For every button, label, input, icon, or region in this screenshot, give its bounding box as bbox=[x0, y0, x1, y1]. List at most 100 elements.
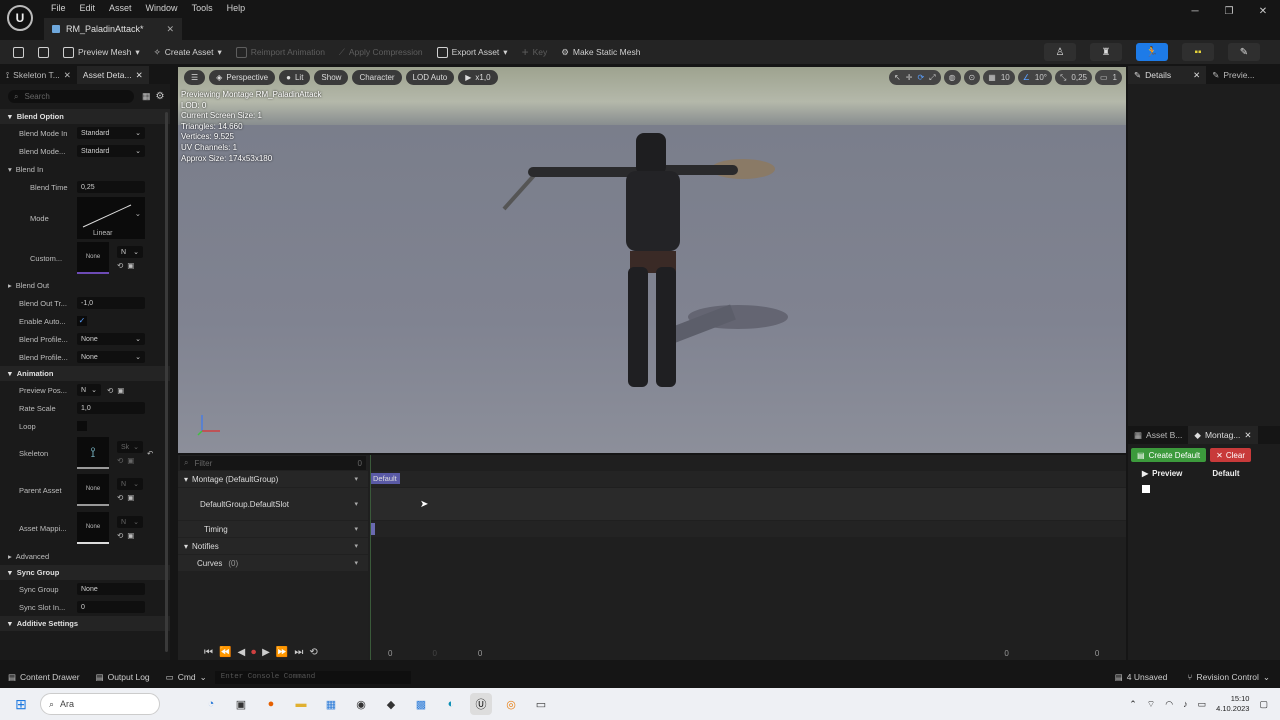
section-checkbox[interactable] bbox=[1142, 485, 1150, 493]
step-forward-icon[interactable]: ⏩ bbox=[276, 647, 288, 658]
make-static-mesh-button[interactable]: ⚙ Make Static Mesh bbox=[554, 40, 647, 64]
grid-view-icon[interactable]: ▦ bbox=[142, 91, 151, 102]
unreal-logo-icon[interactable]: U bbox=[7, 5, 33, 31]
unsaved-button[interactable]: ▤ 4 Unsaved bbox=[1105, 672, 1178, 683]
create-default-button[interactable]: ▤ Create Default bbox=[1131, 448, 1207, 462]
parent-asset-select[interactable]: N ⌄ bbox=[117, 478, 143, 490]
track-notifies[interactable]: ▾ Notifies ▾ bbox=[178, 538, 368, 554]
browse-icon[interactable]: ⟲ bbox=[117, 261, 123, 270]
menu-window[interactable]: Window bbox=[139, 2, 185, 14]
sync-slot-input[interactable]: 0 bbox=[77, 601, 145, 613]
grid-snap-button[interactable]: ▦ 10 bbox=[983, 70, 1015, 85]
mesh-mode-icon[interactable]: ♜ bbox=[1090, 43, 1122, 61]
skeleton-select[interactable]: Sk ⌄ bbox=[117, 441, 143, 453]
skeleton-mode-icon[interactable]: ♙ bbox=[1044, 43, 1076, 61]
browse-icon[interactable]: ⟲ bbox=[117, 531, 123, 540]
asset-mapping-thumbnail[interactable]: None bbox=[77, 512, 109, 544]
menu-tools[interactable]: Tools bbox=[185, 2, 220, 14]
track-dropdown-icon[interactable]: ▾ bbox=[354, 475, 358, 483]
play-icon[interactable]: ▶ bbox=[262, 647, 270, 658]
apply-compression-button[interactable]: ⟋ Apply Compression bbox=[332, 40, 430, 64]
track-timing[interactable]: Timing ▾ bbox=[178, 521, 368, 537]
cmd-dropdown[interactable]: ▭ Cmd ⌄ bbox=[158, 672, 215, 683]
character-button[interactable]: Character bbox=[352, 70, 402, 85]
content-drawer-button[interactable]: ▤ Content Drawer bbox=[0, 672, 88, 683]
loop-checkbox[interactable] bbox=[77, 421, 87, 431]
browse-icon[interactable]: ⟲ bbox=[107, 386, 113, 395]
blend-mode-out-select[interactable]: Standard ⌄ bbox=[77, 145, 145, 157]
rotate-icon[interactable]: ⟳ bbox=[917, 73, 924, 82]
terminal-icon[interactable]: ▭ bbox=[530, 693, 552, 715]
preview-viewport[interactable]: ☰ ◈ Perspective ● Lit Show Character LOD A… bbox=[178, 67, 1126, 453]
blend-out-trigger-input[interactable]: -1,0 bbox=[77, 297, 145, 309]
unreal-taskbar-icon[interactable]: Ⓤ bbox=[470, 693, 492, 715]
parent-asset-thumbnail[interactable]: None bbox=[77, 474, 109, 506]
file-explorer-icon[interactable]: ▬ bbox=[290, 693, 312, 715]
track-default-slot[interactable]: DefaultGroup.DefaultSlot ▾ bbox=[178, 488, 368, 520]
photos-icon[interactable]: ▩ bbox=[410, 693, 432, 715]
close-tab-icon[interactable]: ✕ bbox=[1244, 430, 1251, 441]
preview-section-button[interactable]: ▶ Preview bbox=[1142, 469, 1182, 478]
angle-snap-button[interactable]: ∠ 10° bbox=[1017, 70, 1052, 85]
loop-icon[interactable]: ⟲ bbox=[309, 647, 317, 658]
close-tab-icon[interactable]: ✕ bbox=[1193, 70, 1200, 81]
tab-details[interactable]: ✎ Details ✕ bbox=[1128, 66, 1207, 84]
output-log-button[interactable]: ▤ Output Log bbox=[88, 672, 158, 683]
scale-icon[interactable]: ⤢ bbox=[929, 73, 935, 83]
volume-icon[interactable]: ♪ bbox=[1183, 699, 1188, 709]
browse-icon[interactable]: ⟲ bbox=[117, 456, 123, 465]
tray-chevron-up-icon[interactable]: ⌃ bbox=[1129, 699, 1137, 710]
menu-asset[interactable]: Asset bbox=[102, 2, 139, 14]
clock[interactable]: 15:10 4.10.2023 bbox=[1216, 694, 1249, 714]
reimport-animation-button[interactable]: Reimport Animation bbox=[229, 40, 332, 64]
translate-icon[interactable]: ✛ bbox=[906, 73, 913, 82]
folder-icon[interactable]: ▣ bbox=[127, 456, 134, 465]
lit-button[interactable]: ● Lit bbox=[279, 70, 311, 85]
browse-button[interactable] bbox=[31, 40, 56, 64]
reset-arrow-icon[interactable]: ↶ bbox=[147, 449, 153, 458]
physics-mode-icon[interactable]: ✎ bbox=[1228, 43, 1260, 61]
menu-edit[interactable]: Edit bbox=[73, 2, 103, 14]
close-tab-icon[interactable]: ✕ bbox=[64, 70, 71, 81]
track-curves[interactable]: Curves (0) ▾ bbox=[178, 555, 368, 571]
default-section-marker[interactable]: Default bbox=[370, 473, 400, 484]
rate-scale-input[interactable]: 1,0 bbox=[77, 402, 145, 414]
animation-mode-icon[interactable]: 🏃 bbox=[1136, 43, 1168, 61]
taskbar-search[interactable]: ⌕ Ara bbox=[40, 693, 160, 715]
tab-skeleton-tree[interactable]: ⟟ Skeleton T... ✕ bbox=[0, 66, 77, 84]
track-montage-group[interactable]: ▾ Montage (DefaultGroup) ▾ bbox=[178, 471, 368, 487]
preview-mesh-button[interactable]: Preview Mesh ▾ bbox=[56, 40, 147, 64]
skip-to-end-icon[interactable]: ⏭ bbox=[294, 647, 303, 658]
default-section-label[interactable]: Default bbox=[1212, 469, 1239, 478]
track-dropdown-icon[interactable]: ▾ bbox=[354, 500, 358, 508]
app-icon[interactable]: ◆ bbox=[380, 693, 402, 715]
export-asset-button[interactable]: Export Asset ▾ bbox=[430, 40, 515, 64]
task-view-icon[interactable]: ▣ bbox=[230, 693, 252, 715]
folder-icon[interactable]: ▣ bbox=[127, 261, 134, 270]
console-input[interactable]: Enter Console Command bbox=[214, 670, 411, 684]
category-blend-option[interactable]: ▾ Blend Option bbox=[0, 109, 170, 124]
menu-file[interactable]: File bbox=[44, 2, 73, 14]
save-button[interactable] bbox=[6, 40, 31, 64]
lod-auto-button[interactable]: LOD Auto bbox=[405, 70, 455, 85]
network-icon[interactable]: ⌔ bbox=[1147, 699, 1155, 710]
folder-icon[interactable]: ▣ bbox=[117, 386, 124, 395]
edge-icon[interactable]: ◐ bbox=[440, 693, 462, 715]
clear-button[interactable]: ✕ Clear bbox=[1210, 448, 1251, 462]
blend-mode-in-select[interactable]: Standard ⌄ bbox=[77, 127, 145, 139]
wifi-icon[interactable]: ◠ bbox=[1165, 699, 1173, 710]
show-button[interactable]: Show bbox=[314, 70, 349, 85]
category-additive-settings[interactable]: ▾ Additive Settings bbox=[0, 616, 170, 631]
close-window-icon[interactable]: ✕ bbox=[1246, 0, 1280, 22]
store-icon[interactable]: ▦ bbox=[320, 693, 342, 715]
track-filter-input[interactable]: ⌕ Filter 0 bbox=[180, 456, 366, 470]
folder-icon[interactable]: ▣ bbox=[127, 531, 134, 540]
settings-gear-icon[interactable]: ⚙ bbox=[156, 91, 165, 102]
revision-control-button[interactable]: ⑂ Revision Control ⌄ bbox=[1177, 672, 1280, 683]
blend-curve-picker[interactable]: ⌄ Linear bbox=[77, 197, 145, 239]
scale-snap-button[interactable]: ⤡ 0,25 bbox=[1055, 70, 1092, 85]
tab-preview-settings[interactable]: ✎ Previe... bbox=[1206, 66, 1260, 84]
blend-profile-in-select[interactable]: None ⌄ bbox=[77, 333, 145, 345]
battery-icon[interactable]: ▭ bbox=[1198, 699, 1207, 710]
playback-speed-button[interactable]: ▶ x1,0 bbox=[458, 70, 498, 85]
